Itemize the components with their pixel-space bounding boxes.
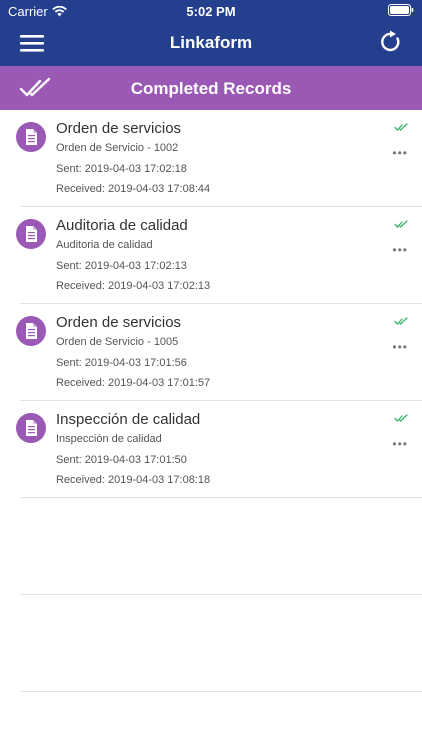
double-check-icon	[394, 317, 408, 325]
avatar	[16, 316, 46, 346]
document-icon	[26, 420, 37, 436]
record-sent-time: Sent: 2019-04-03 17:02:13	[56, 260, 187, 272]
record-received-time: Received: 2019-04-03 17:08:44	[56, 183, 211, 195]
list-item[interactable]: Orden de servicios Orden de Servicio - 1…	[16, 304, 422, 401]
record-received-time: Received: 2019-04-03 17:01:57	[56, 377, 211, 389]
record-sent-time: Sent: 2019-04-03 17:01:50	[56, 454, 187, 466]
record-list: Orden de servicios Orden de Servicio - 1…	[0, 110, 422, 692]
document-icon	[26, 226, 37, 242]
avatar	[16, 122, 46, 152]
double-check-icon	[394, 123, 408, 131]
record-title: Orden de servicios	[56, 314, 182, 331]
empty-row	[20, 595, 422, 692]
page-title: Linkaform	[169, 33, 253, 52]
record-title: Auditoria de calidad	[56, 217, 188, 234]
record-subtitle: Auditoria de calidad	[56, 239, 153, 251]
document-icon	[26, 323, 37, 339]
record-sent-time: Sent: 2019-04-03 17:01:56	[56, 357, 187, 369]
list-item[interactable]: Inspección de calidad Inspección de cali…	[16, 401, 422, 498]
refresh-button[interactable]	[378, 29, 404, 55]
record-received-time: Received: 2019-04-03 17:08:18	[56, 474, 211, 486]
avatar	[16, 413, 46, 443]
top-navigation-bar: Carrier 5:02 PM Linkaform	[0, 0, 422, 66]
record-title: Orden de servicios	[56, 120, 182, 137]
more-options-button[interactable]: •••	[392, 146, 408, 160]
section-header: Completed Records	[0, 66, 422, 110]
record-subtitle: Orden de Servicio - 1002	[56, 142, 179, 154]
more-options-button[interactable]: •••	[392, 437, 408, 451]
battery-icon	[388, 4, 414, 16]
list-item[interactable]: Orden de servicios Orden de Servicio - 1…	[16, 110, 422, 207]
double-check-icon	[394, 220, 408, 228]
avatar	[16, 219, 46, 249]
more-options-button[interactable]: •••	[392, 340, 408, 354]
refresh-icon	[381, 30, 400, 52]
status-time: 5:02 PM	[186, 4, 236, 19]
more-options-button[interactable]: •••	[392, 243, 408, 257]
record-title: Inspección de calidad	[56, 411, 201, 428]
record-sent-time: Sent: 2019-04-03 17:02:18	[56, 163, 187, 175]
double-check-icon	[394, 414, 408, 422]
empty-row	[20, 498, 422, 595]
record-subtitle: Inspección de calidad	[56, 433, 162, 445]
list-item[interactable]: Auditoria de calidad Auditoria de calida…	[16, 207, 422, 304]
status-bar: Carrier 5:02 PM	[0, 0, 422, 22]
record-subtitle: Orden de Servicio - 1005	[56, 336, 179, 348]
document-icon	[26, 129, 37, 145]
screen: Carrier 5:02 PM Linkaform Completed Reco…	[0, 0, 422, 750]
record-received-time: Received: 2019-04-03 17:02:13	[56, 280, 211, 292]
section-title: Completed Records	[130, 79, 292, 98]
